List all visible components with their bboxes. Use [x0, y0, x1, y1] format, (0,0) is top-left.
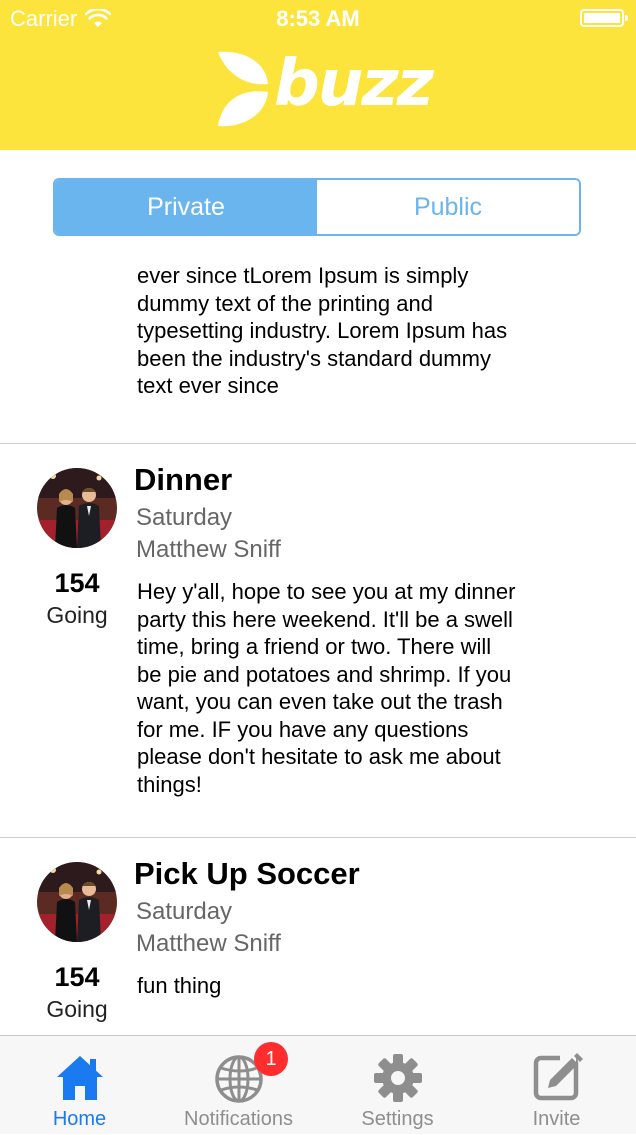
battery-icon [580, 9, 628, 27]
status-bar: Carrier 8:53 AM [0, 0, 636, 38]
tab-settings-label: Settings [361, 1108, 434, 1130]
avatar[interactable] [37, 468, 117, 548]
event-card[interactable]: 154 Going Dinner Saturday Matthew Sniff … [0, 444, 636, 836]
segment-public[interactable]: Public [317, 180, 579, 234]
tab-invite-label: Invite [532, 1108, 581, 1130]
event-title: Pick Up Soccer [134, 856, 360, 891]
event-title: Dinner [134, 462, 233, 497]
avatar[interactable] [37, 862, 117, 942]
edit-icon [530, 1050, 584, 1104]
going-label: Going [46, 602, 108, 628]
notification-badge: 1 [254, 1042, 288, 1076]
status-time: 8:53 AM [276, 6, 360, 31]
event-host: Matthew Sniff [136, 930, 281, 957]
event-day: Saturday [136, 504, 233, 531]
going-count: 154 [54, 962, 100, 992]
app-header: Carrier 8:53 AM buzz [0, 0, 636, 150]
home-icon [53, 1050, 107, 1104]
event-description: Hey y'all, hope to see you at my dinner … [137, 579, 516, 797]
tab-bar: Home 1 Notifications Settings Invite [0, 1035, 636, 1134]
tab-notifications[interactable]: 1 Notifications [159, 1036, 318, 1135]
event-card[interactable]: 154 Going Pick Up Soccer Saturday Matthe… [0, 838, 636, 1034]
tab-home-label: Home [52, 1108, 107, 1130]
event-description: fun thing [137, 973, 222, 998]
segment-private[interactable]: Private [55, 180, 317, 234]
logo-wordmark: buzz [274, 47, 434, 121]
going-label: Going [46, 996, 108, 1022]
tab-settings[interactable]: Settings [318, 1036, 477, 1135]
going-count: 154 [54, 568, 100, 598]
tab-home[interactable]: Home [0, 1036, 159, 1135]
event-day: Saturday [136, 898, 233, 925]
tab-notifications-label: Notifications [184, 1108, 293, 1130]
app-logo: buzz [214, 44, 434, 134]
gear-icon [371, 1050, 425, 1104]
event-host: Matthew Sniff [136, 536, 281, 563]
leaf-logo-icon [214, 48, 272, 130]
partial-event-description: ever since tLorem Ipsum is simply dummy … [137, 263, 508, 398]
visibility-segmented-control: Private Public [53, 178, 581, 236]
tab-invite[interactable]: Invite [477, 1036, 636, 1135]
